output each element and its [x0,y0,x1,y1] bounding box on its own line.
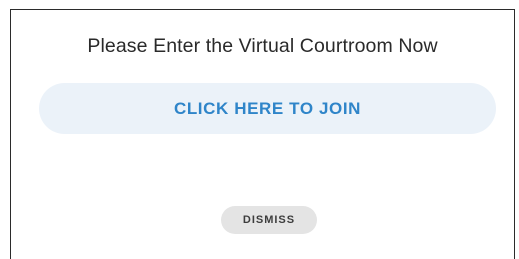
dismiss-button[interactable]: DISMISS [221,206,317,234]
join-button-label: CLICK HERE TO JOIN [173,98,362,118]
courtroom-join-dialog: Please Enter the Virtual Courtroom Now C… [10,9,515,259]
join-button[interactable]: CLICK HERE TO JOIN [39,83,496,134]
dismiss-button-label: DISMISS [242,214,296,226]
dialog-prompt: Please Enter the Virtual Courtroom Now [87,35,438,57]
